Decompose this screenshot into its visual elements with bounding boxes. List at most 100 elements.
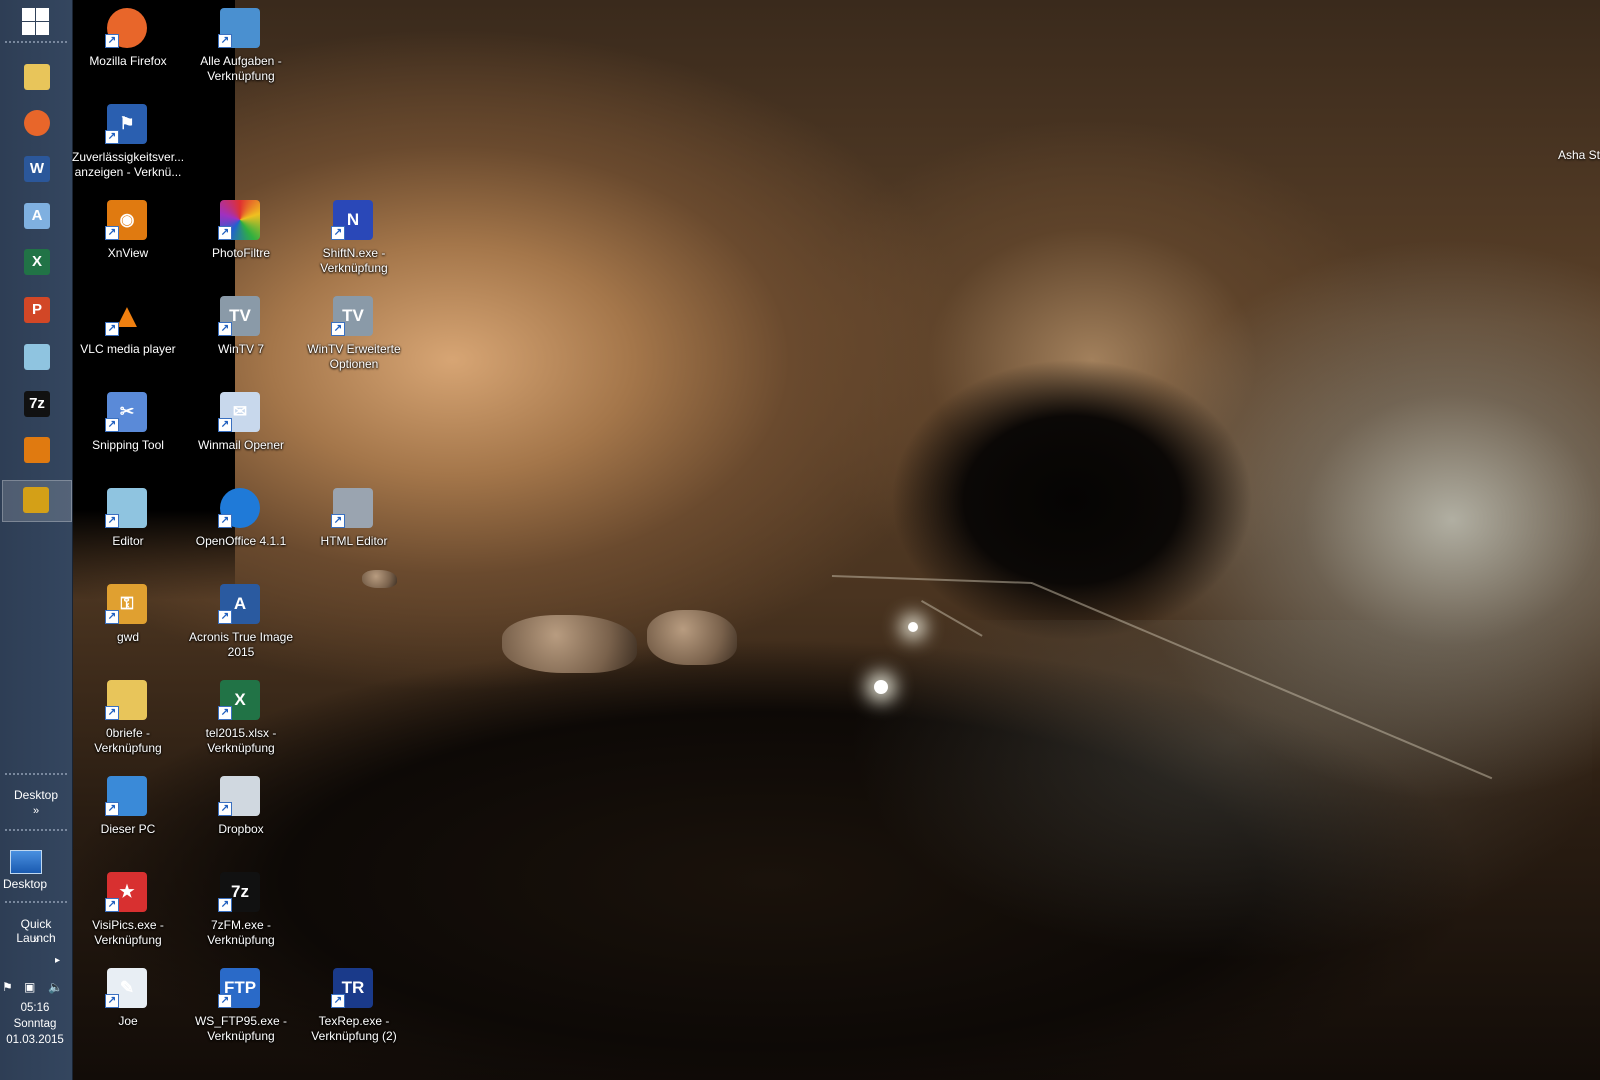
- desktop-icon-vlc[interactable]: ▲ ↗ VLC media player: [72, 290, 184, 382]
- desktop-button-label[interactable]: Desktop: [0, 877, 50, 891]
- shortcut-arrow-icon: ↗: [105, 130, 119, 144]
- shortcut-arrow-icon: ↗: [218, 802, 232, 816]
- notepad-word-icon: A: [24, 203, 50, 229]
- action-center-flag-icon[interactable]: ⚑: [2, 980, 13, 994]
- desktop-icon-texrep[interactable]: TR ↗ TexRep.exe - Verknüpfung (2): [298, 962, 410, 1054]
- taskbar: W A X P 7z Desktop » Desktop Quick Launch » …: [0, 0, 73, 1080]
- desktop-icon-xnview[interactable]: ◉ ↗ XnView: [72, 194, 184, 286]
- quick-launch-item[interactable]: A: [18, 199, 54, 235]
- shortcut-arrow-icon: ↗: [331, 322, 345, 336]
- quick-launch-item[interactable]: [2, 480, 72, 522]
- desktop-icon-label: Snipping Tool: [92, 438, 164, 452]
- quick-launch-item[interactable]: P: [18, 293, 54, 329]
- toolbar-grip[interactable]: [4, 828, 68, 832]
- quick-launch-chevron[interactable]: »: [0, 934, 72, 946]
- desktop-icon-wsftp[interactable]: FTP ↗ WS_FTP95.exe - Verknüpfung: [185, 962, 297, 1054]
- shortcut-arrow-icon: ↗: [105, 418, 119, 432]
- desktop-icon-winmail[interactable]: ✉ ↗ Winmail Opener: [185, 386, 297, 478]
- shortcut-arrow-icon: ↗: [218, 418, 232, 432]
- desktop-icon-shiftn[interactable]: N ↗ ShiftN.exe - Verknüpfung: [298, 194, 410, 286]
- shortcut-arrow-icon: ↗: [105, 610, 119, 624]
- desktop-icon-label: PhotoFiltre: [211, 246, 271, 260]
- desktop-icon-label: OpenOffice 4.1.1: [195, 534, 287, 548]
- quick-launch-item[interactable]: [18, 106, 54, 142]
- shortcut-arrow-icon: ↗: [331, 514, 345, 528]
- powerpoint-icon: P: [24, 297, 50, 323]
- desktop-icon-wintv-erweitert[interactable]: TV ↗ WinTV Erweiterte Optionen: [298, 290, 410, 382]
- sevenzip-icon: 7z: [24, 391, 50, 417]
- desktop-icon-label: Dieser PC: [100, 822, 156, 836]
- desktop-toolbar-chevron[interactable]: »: [0, 805, 72, 817]
- desktop-icon-label: tel2015.xlsx - Verknüpfung: [205, 726, 277, 755]
- desktop-icon-0briefe[interactable]: ↗ 0briefe - Verknüpfung: [72, 674, 184, 766]
- desktop-icon-label: Alle Aufgaben - Verknüpfung: [200, 54, 282, 83]
- quick-launch-item[interactable]: X: [18, 245, 54, 281]
- desktop-icon-label: ShiftN.exe - Verknüpfung: [320, 246, 388, 275]
- desktop-icon-label: Joe: [118, 1014, 138, 1028]
- desktop-icon-dieser-pc[interactable]: ↗ Dieser PC: [72, 770, 184, 862]
- clock-time: 05:16: [20, 1002, 50, 1014]
- desktop-icon-alle-aufgaben[interactable]: ↗ Alle Aufgaben - Verknüpfung: [185, 2, 297, 94]
- start-button[interactable]: [20, 6, 50, 36]
- desktop-icon-dropbox[interactable]: ↗ Dropbox: [185, 770, 297, 862]
- desktop-icon-acronis[interactable]: A ↗ Acronis True Image 2015: [185, 578, 297, 670]
- desktop-icon-label: WS_FTP95.exe - Verknüpfung: [194, 1014, 288, 1043]
- shortcut-arrow-icon: ↗: [105, 226, 119, 240]
- shortcut-arrow-icon: ↗: [105, 802, 119, 816]
- excel-icon: X: [24, 249, 50, 275]
- shortcut-arrow-icon: ↗: [331, 226, 345, 240]
- editor-icon: [24, 344, 50, 370]
- desktop-icon-7zfm[interactable]: 7z ↗ 7zFM.exe - Verknüpfung: [185, 866, 297, 958]
- desktop-icon-label: HTML Editor: [320, 534, 388, 548]
- desktop-icon-joe[interactable]: ✎ ↗ Joe: [72, 962, 184, 1054]
- clock[interactable]: 05:16 Sonntag 01.03.2015: [0, 1000, 70, 1048]
- xnview-icon: [24, 437, 50, 463]
- quick-launch-item[interactable]: [18, 340, 54, 376]
- clock-date: 01.03.2015: [6, 1034, 64, 1046]
- clock-day: Sonntag: [13, 1018, 57, 1030]
- desktop-icon-gwd[interactable]: ⚿ ↗ gwd: [72, 578, 184, 670]
- desktop-icon-photofiltre[interactable]: ↗ PhotoFiltre: [185, 194, 297, 286]
- volume-icon[interactable]: 🔈: [48, 980, 63, 994]
- desktop-icon-tel2015[interactable]: X ↗ tel2015.xlsx - Verknüpfung: [185, 674, 297, 766]
- network-icon[interactable]: ▣: [24, 980, 35, 994]
- desktop-toolbar-label: Desktop: [13, 788, 59, 802]
- desktop-monitor-icon[interactable]: [10, 850, 42, 874]
- file-explorer-icon: [24, 64, 50, 90]
- desktop-icon-visipics[interactable]: ★ ↗ VisiPics.exe - Verknüpfung: [72, 866, 184, 958]
- quick-launch-item[interactable]: 7z: [18, 387, 54, 423]
- shortcut-arrow-icon: ↗: [218, 226, 232, 240]
- desktop-icon-label: Winmail Opener: [197, 438, 285, 452]
- shortcut-arrow-icon: ↗: [218, 994, 232, 1008]
- desktop-icon-zuverlaessigkeit[interactable]: ⚑ ↗ Zuverlässigkeitsver... anzeigen - Verk…: [72, 98, 184, 190]
- quick-launch-item[interactable]: [18, 60, 54, 96]
- desktop-icon-label: Zuverlässigkeitsver... anzeigen - Verknü…: [72, 150, 185, 179]
- shortcut-arrow-icon: ↗: [218, 898, 232, 912]
- toolbar-grip[interactable]: [4, 900, 68, 904]
- show-hidden-icons-arrow[interactable]: ▸: [55, 955, 60, 966]
- desktop-icon-label: gwd: [116, 630, 139, 644]
- desktop-icon-label: Acronis True Image 2015: [188, 630, 294, 659]
- desktop-icon-label: WinTV 7: [217, 342, 264, 356]
- desktop-icon-label: Editor: [112, 534, 144, 548]
- desktop-icon-label: VLC media player: [80, 342, 176, 356]
- shortcut-arrow-icon: ↗: [218, 322, 232, 336]
- shortcut-arrow-icon: ↗: [105, 706, 119, 720]
- toolbar-grip[interactable]: [4, 40, 68, 44]
- desktop-icon-wintv7[interactable]: TV ↗ WinTV 7: [185, 290, 297, 382]
- quick-launch-item[interactable]: W: [18, 152, 54, 188]
- partial-desktop-label[interactable]: Asha St: [1540, 148, 1600, 163]
- toolbar-grip[interactable]: [4, 772, 68, 776]
- photofiltre-icon: [23, 487, 49, 513]
- desktop-icon-html-editor[interactable]: ↗ HTML Editor: [298, 482, 410, 574]
- desktop-icon-label: Dropbox: [218, 822, 264, 836]
- desktop-icon-label: Mozilla Firefox: [89, 54, 167, 68]
- shortcut-arrow-icon: ↗: [105, 514, 119, 528]
- quick-launch-item[interactable]: [18, 433, 54, 469]
- desktop-icon-label: 0briefe - Verknüpfung: [94, 726, 162, 755]
- desktop-icon-snipping[interactable]: ✂ ↗ Snipping Tool: [72, 386, 184, 478]
- desktop-icon-editor[interactable]: ↗ Editor: [72, 482, 184, 574]
- desktop-icon-firefox[interactable]: ↗ Mozilla Firefox: [72, 2, 184, 94]
- desktop-icon-openoffice[interactable]: ↗ OpenOffice 4.1.1: [185, 482, 297, 574]
- shortcut-arrow-icon: ↗: [218, 610, 232, 624]
